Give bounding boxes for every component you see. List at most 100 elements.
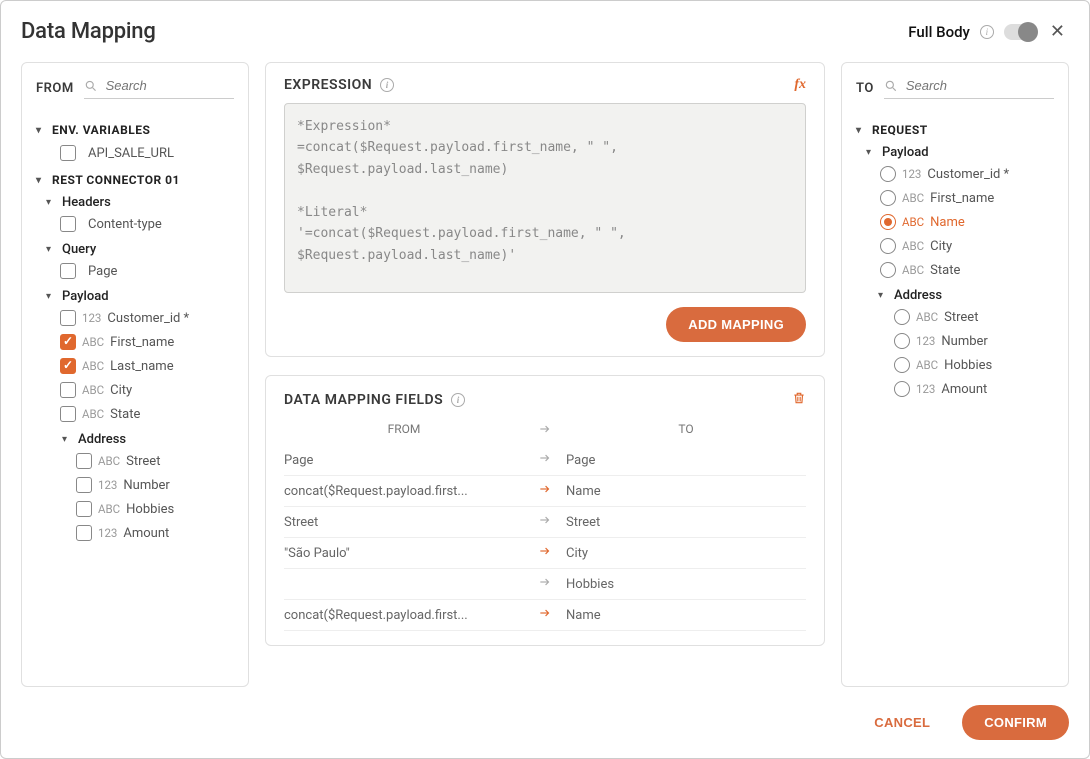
checkbox[interactable]: [60, 334, 76, 350]
radio[interactable]: [880, 190, 896, 206]
group-label: Query: [62, 242, 96, 257]
mapping-row[interactable]: Street Street: [284, 507, 806, 538]
type-tag: ABC: [916, 310, 938, 324]
mapping-fields-panel: DATA MAPPING FIELDS i FROM TO: [265, 375, 825, 646]
tree-item[interactable]: ABC Street: [894, 307, 1054, 327]
checkbox[interactable]: [60, 216, 76, 232]
tree-item[interactable]: ABC State: [880, 260, 1054, 280]
tree-group[interactable]: ▾Address: [878, 288, 1054, 303]
mapping-row[interactable]: "São Paulo" City: [284, 538, 806, 569]
radio[interactable]: [894, 333, 910, 349]
radio[interactable]: [880, 166, 896, 182]
checkbox[interactable]: [76, 453, 92, 469]
tree-section[interactable]: ▾REST CONNECTOR 01: [36, 173, 234, 187]
tree-item[interactable]: ABC Street: [76, 451, 234, 471]
from-tree[interactable]: ▾ENV. VARIABLESAPI_SALE_URL▾REST CONNECT…: [22, 109, 248, 686]
expression-header: EXPRESSION i fx: [284, 77, 806, 93]
tree-group[interactable]: ▾Query: [46, 242, 234, 257]
radio[interactable]: [894, 357, 910, 373]
tree-section[interactable]: ▾REQUEST: [856, 123, 1054, 137]
checkbox[interactable]: [60, 145, 76, 161]
radio[interactable]: [880, 262, 896, 278]
to-tree[interactable]: ▾REQUEST ▾ Payload 123 Customer_id * ABC Fir…: [842, 109, 1068, 686]
tree-group[interactable]: ▾Address: [62, 432, 234, 447]
chevron-down-icon: ▾: [46, 291, 56, 302]
radio[interactable]: [880, 238, 896, 254]
info-icon[interactable]: i: [980, 25, 994, 39]
tree-section[interactable]: ▾ENV. VARIABLES: [36, 123, 234, 137]
from-search-input[interactable]: [104, 77, 234, 94]
checkbox[interactable]: [60, 310, 76, 326]
radio[interactable]: [880, 214, 896, 230]
mapping-row[interactable]: Hobbies: [284, 569, 806, 600]
from-search[interactable]: [84, 77, 234, 99]
type-tag: ABC: [82, 359, 104, 373]
expression-input[interactable]: *Expression* =concat($Request.payload.fi…: [284, 103, 806, 293]
tree-item[interactable]: 123 Customer_id *: [60, 308, 234, 328]
tree-group[interactable]: ▾Payload: [46, 289, 234, 304]
mapping-from: Street: [284, 515, 530, 530]
checkbox[interactable]: [76, 501, 92, 517]
expression-panel: EXPRESSION i fx *Expression* =concat($Re…: [265, 62, 825, 357]
checkbox[interactable]: [60, 382, 76, 398]
to-search[interactable]: [884, 77, 1054, 99]
checkbox[interactable]: [60, 406, 76, 422]
info-icon[interactable]: i: [451, 393, 465, 407]
group-label: Address: [78, 432, 126, 447]
fullbody-toggle[interactable]: [1004, 24, 1036, 40]
tree-item[interactable]: ABC Name: [880, 212, 1054, 232]
trash-icon[interactable]: [792, 390, 806, 410]
chevron-down-icon: ▾: [866, 147, 876, 158]
expression-title: EXPRESSION i: [284, 77, 394, 93]
radio[interactable]: [894, 381, 910, 397]
checkbox[interactable]: [60, 263, 76, 279]
tree-item[interactable]: ABC First_name: [880, 188, 1054, 208]
tree-item[interactable]: Content-type: [60, 214, 234, 234]
type-tag: 123: [902, 167, 921, 181]
group-label: Payload: [882, 145, 929, 160]
arrow-icon: [530, 606, 560, 624]
checkbox[interactable]: [76, 525, 92, 541]
confirm-button[interactable]: CONFIRM: [962, 705, 1069, 740]
tree-item[interactable]: 123 Amount: [76, 523, 234, 543]
to-panel: TO ▾REQUEST▾Payload123 Customer_id *ABC …: [841, 62, 1069, 687]
tree-item[interactable]: Page: [60, 261, 234, 281]
mapping-row[interactable]: Page Page: [284, 445, 806, 476]
header-actions: Full Body i ✕: [908, 21, 1069, 42]
tree-item[interactable]: ABC Hobbies: [894, 355, 1054, 375]
tree-item[interactable]: ABC City: [60, 380, 234, 400]
info-icon[interactable]: i: [380, 78, 394, 92]
from-panel: FROM ▾ENV. VARIABLESAPI_SALE_URL▾REST CO…: [21, 62, 249, 687]
tree-item[interactable]: API_SALE_URL: [60, 143, 234, 163]
tree-item[interactable]: 123 Number: [76, 475, 234, 495]
item-label: City: [930, 239, 952, 254]
tree-item[interactable]: ABC State: [60, 404, 234, 424]
tree-item[interactable]: ABC First_name: [60, 332, 234, 352]
cancel-button[interactable]: CANCEL: [852, 705, 952, 740]
mapping-row[interactable]: concat($Request.payload.first... Name: [284, 476, 806, 507]
checkbox[interactable]: [76, 477, 92, 493]
tree-group[interactable]: ▾ Payload: [866, 145, 1054, 160]
tree-item[interactable]: 123 Number: [894, 331, 1054, 351]
type-tag: 123: [82, 311, 101, 325]
mapping-to: City: [560, 546, 806, 561]
item-label: Number: [123, 478, 169, 493]
tree-item[interactable]: ABC Last_name: [60, 356, 234, 376]
tree-item[interactable]: ABC City: [880, 236, 1054, 256]
fx-icon[interactable]: fx: [794, 77, 806, 93]
tree-group[interactable]: ▾Headers: [46, 195, 234, 210]
checkbox[interactable]: [60, 358, 76, 374]
mapping-row[interactable]: concat($Request.payload.first... Name: [284, 600, 806, 631]
to-search-input[interactable]: [904, 77, 1054, 94]
tree-item[interactable]: ABC Hobbies: [76, 499, 234, 519]
tree-item[interactable]: 123 Amount: [894, 379, 1054, 399]
item-label: Customer_id *: [107, 311, 189, 326]
close-icon[interactable]: ✕: [1046, 21, 1069, 42]
tree-item[interactable]: 123 Customer_id *: [880, 164, 1054, 184]
expression-label: EXPRESSION: [284, 77, 372, 93]
section-label: ENV. VARIABLES: [52, 123, 150, 137]
from-label: FROM: [36, 81, 74, 96]
add-mapping-button[interactable]: ADD MAPPING: [666, 307, 806, 342]
radio[interactable]: [894, 309, 910, 325]
item-label: Amount: [123, 526, 169, 541]
